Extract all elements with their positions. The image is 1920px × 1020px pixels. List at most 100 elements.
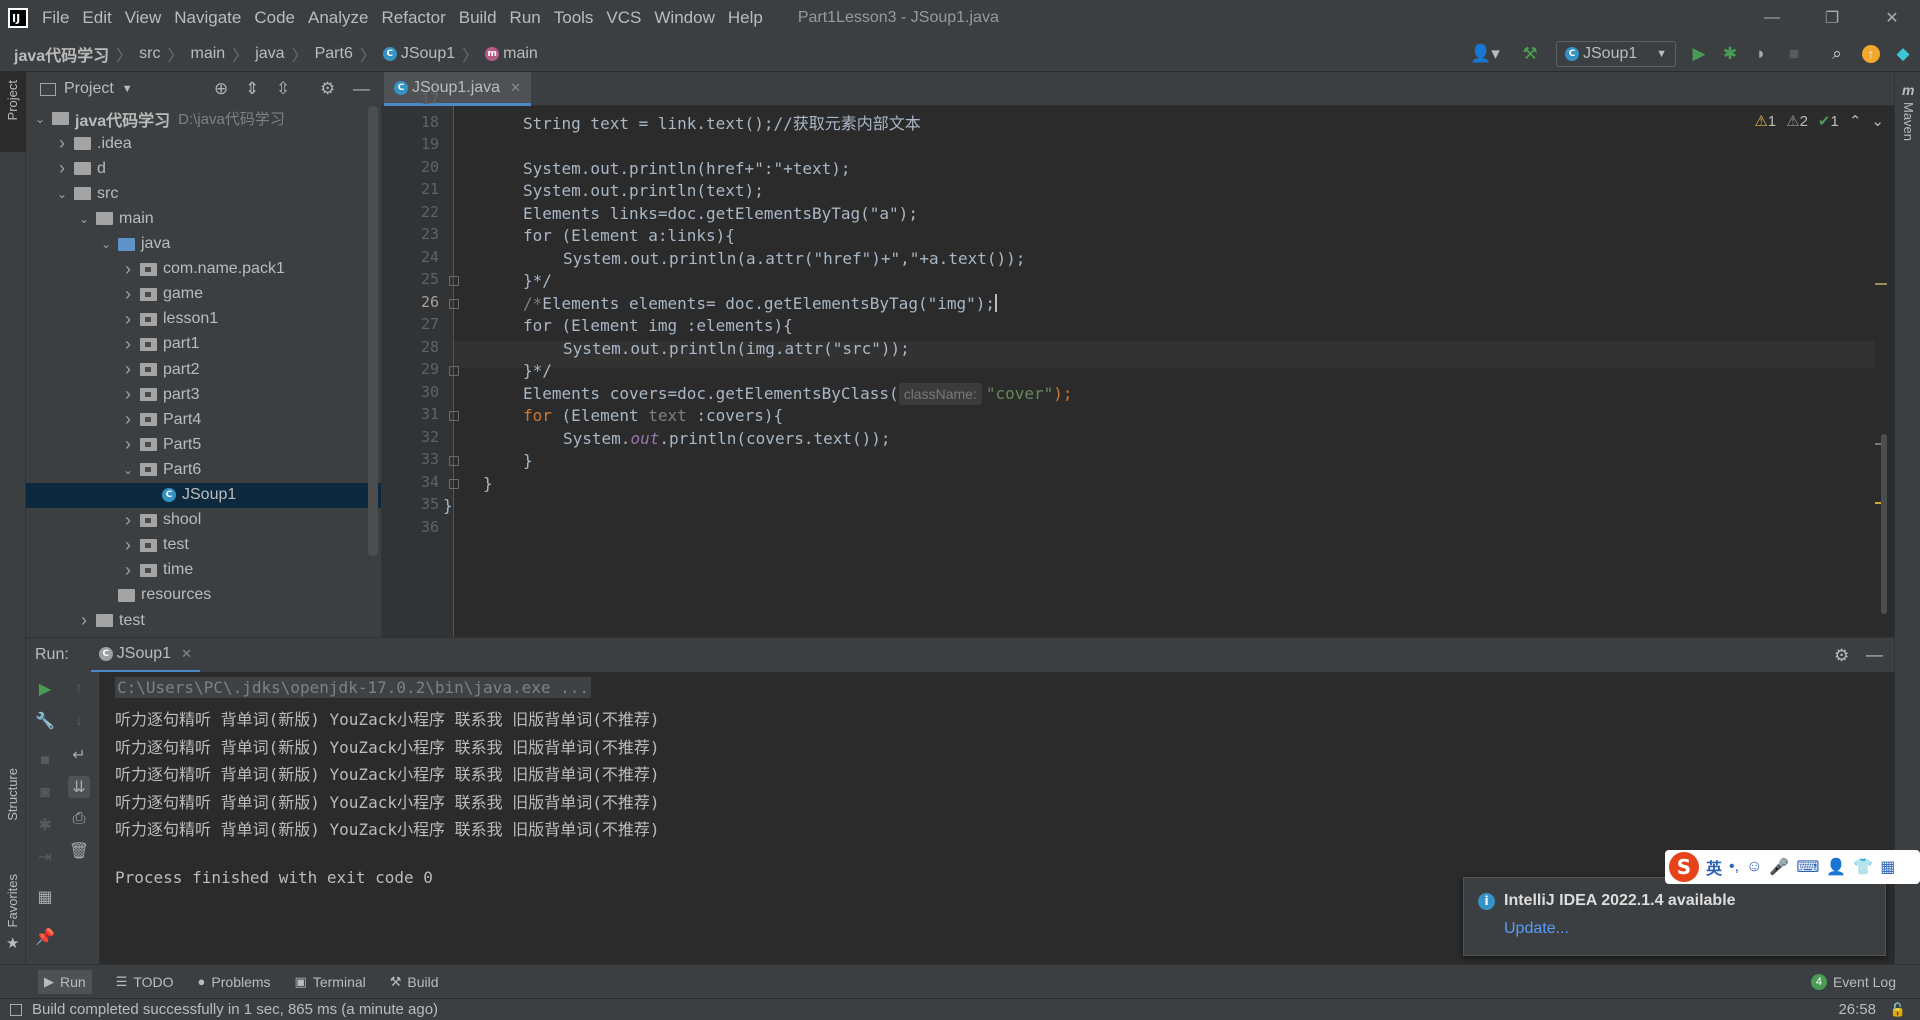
terminal-tool-button[interactable]: ▣ Terminal xyxy=(295,974,366,990)
chevron-right-icon[interactable]: › xyxy=(120,309,136,330)
tree-item[interactable]: › com.name.pack1 xyxy=(26,257,381,282)
structure-tool-tab[interactable]: Structure xyxy=(5,768,20,821)
menu-run[interactable]: Run xyxy=(510,8,541,28)
tree-item[interactable]: › test xyxy=(26,608,381,633)
tree-item[interactable]: › time xyxy=(26,558,381,583)
code-line[interactable]: }*/ xyxy=(523,360,552,382)
problems-tool-button[interactable]: ● Problems xyxy=(198,974,271,990)
emoji-icon[interactable]: ☺ xyxy=(1746,858,1762,876)
chevron-right-icon[interactable]: › xyxy=(120,535,136,556)
event-log-button[interactable]: 4 Event Log xyxy=(1810,973,1896,990)
chevron-down-icon[interactable]: ⌄ xyxy=(1871,112,1884,130)
breadcrumb-main[interactable]: main xyxy=(191,45,226,63)
breadcrumb-java[interactable]: java xyxy=(255,45,284,63)
chevron-right-icon[interactable]: › xyxy=(120,434,136,455)
code-line[interactable]: Elements links=doc.getElementsByTag("a")… xyxy=(523,203,918,225)
tree-item[interactable]: › shool xyxy=(26,508,381,533)
chevron-right-icon[interactable]: › xyxy=(76,610,92,631)
restore-button[interactable]: ❐ xyxy=(1804,0,1860,36)
code-line[interactable]: } xyxy=(443,495,453,517)
breadcrumb-project[interactable]: java代码学习 xyxy=(14,42,109,66)
arrow-up-icon[interactable]: ↑ xyxy=(68,678,90,700)
tree-item[interactable]: ⌄ java代码学习 D:\java代码学习 xyxy=(26,106,381,131)
maven-tool-tab[interactable]: Maven xyxy=(1901,102,1916,141)
close-tab-icon[interactable]: ✕ xyxy=(510,80,521,96)
tree-scrollbar[interactable] xyxy=(368,106,378,556)
run-icon[interactable]: ▶ xyxy=(1686,36,1712,72)
tree-item[interactable]: ⌄ Part6 xyxy=(26,457,381,482)
tree-item[interactable]: resources xyxy=(26,583,381,608)
caret-position[interactable]: 26:58 xyxy=(1838,1001,1876,1018)
chevron-right-icon[interactable]: › xyxy=(120,284,136,305)
tree-item[interactable]: › part3 xyxy=(26,382,381,407)
update-notification[interactable]: i IntelliJ IDEA 2022.1.4 available Updat… xyxy=(1463,877,1886,956)
wrench-icon[interactable]: 🔧 xyxy=(34,710,56,732)
editor-scrollbar[interactable] xyxy=(1881,434,1887,614)
pin-icon[interactable]: 📌 xyxy=(34,926,56,948)
chevron-right-icon[interactable]: › xyxy=(120,510,136,531)
rerun-icon[interactable]: ▶ xyxy=(34,678,56,700)
toggle-tool-windows-icon[interactable] xyxy=(10,1003,22,1016)
menu-code[interactable]: Code xyxy=(254,8,295,28)
debug-icon[interactable]: ✱ xyxy=(1717,36,1743,72)
vcs-user-icon[interactable]: 👤▾ xyxy=(1468,36,1502,72)
breadcrumb-method[interactable]: main xyxy=(503,45,538,63)
chevron-right-icon[interactable]: › xyxy=(120,259,136,280)
lock-icon[interactable]: 🔓 xyxy=(1890,1002,1906,1018)
soft-wrap-icon[interactable]: ↵ xyxy=(68,744,90,766)
menu-tools[interactable]: Tools xyxy=(554,8,594,28)
chevron-right-icon[interactable]: › xyxy=(120,560,136,581)
console-command[interactable]: C:\Users\PC\.jdks\openjdk-17.0.2\bin\jav… xyxy=(115,677,592,698)
run-tool-button[interactable]: ▶ Run xyxy=(38,969,92,994)
user-icon[interactable]: 👤 xyxy=(1826,857,1846,877)
menu-navigate[interactable]: Navigate xyxy=(174,8,241,28)
code-line[interactable]: System.out.println(covers.text()); xyxy=(563,428,891,450)
tree-item[interactable]: › .idea xyxy=(26,131,381,156)
code-line[interactable]: String text = link.text();//获取元素内部文本 xyxy=(523,113,921,135)
stop-icon[interactable]: ■ xyxy=(34,750,56,772)
chevron-right-icon[interactable]: › xyxy=(120,409,136,430)
skin-icon[interactable]: 👕 xyxy=(1853,857,1873,877)
chevron-down-icon[interactable]: ▼ xyxy=(122,83,133,95)
layout-icon[interactable]: ▦ xyxy=(34,886,56,908)
code-line[interactable]: for (Element text :covers){ xyxy=(523,405,783,427)
menu-edit[interactable]: Edit xyxy=(82,8,111,28)
bug-icon[interactable]: ✱ xyxy=(34,814,56,836)
stop-icon[interactable]: ■ xyxy=(1782,36,1806,72)
code-line[interactable]: /*Elements elements= doc.getElementsByTa… xyxy=(523,293,998,315)
menu-window[interactable]: Window xyxy=(654,8,714,28)
tree-item[interactable]: C JSoup1 xyxy=(26,482,381,508)
menu-view[interactable]: View xyxy=(125,8,162,28)
code-line[interactable]: }*/ xyxy=(523,270,552,292)
breadcrumb-class[interactable]: JSoup1 xyxy=(401,45,455,63)
chevron-right-icon[interactable]: › xyxy=(54,158,70,179)
menu-refactor[interactable]: Refactor xyxy=(381,8,445,28)
tree-item[interactable]: › d xyxy=(26,156,381,181)
build-tool-button[interactable]: ⚒ Build xyxy=(390,974,439,990)
menu-build[interactable]: Build xyxy=(459,8,497,28)
exit-icon[interactable]: ⇥ xyxy=(34,846,56,868)
gear-icon[interactable]: ⚙ xyxy=(320,72,335,106)
code-line[interactable]: Elements covers=doc.getElementsByClass(c… xyxy=(523,382,1073,405)
close-window-button[interactable]: ✕ xyxy=(1864,0,1920,36)
menu-file[interactable]: File xyxy=(42,8,69,28)
close-tab-icon[interactable]: ✕ xyxy=(181,646,192,662)
tree-item[interactable]: ⌄ java xyxy=(26,232,381,257)
print-icon[interactable]: ⎙ xyxy=(68,808,90,830)
code-line[interactable]: System.out.println(a.attr("href")+","+a.… xyxy=(563,248,1025,270)
expand-all-icon[interactable]: ⇕ xyxy=(245,72,259,106)
tree-item[interactable]: › Part4 xyxy=(26,407,381,432)
locate-icon[interactable]: ⊕ xyxy=(214,72,228,106)
microphone-icon[interactable]: 🎤 xyxy=(1769,857,1789,877)
coverage-icon[interactable]: ◗ xyxy=(1748,36,1774,72)
grid-menu-icon[interactable]: ▦ xyxy=(1880,857,1895,877)
hide-panel-icon[interactable]: — xyxy=(353,72,370,106)
punctuation-icon[interactable]: •, xyxy=(1729,858,1739,876)
code-line[interactable]: for (Element a:links){ xyxy=(523,225,735,247)
chevron-right-icon[interactable]: › xyxy=(120,384,136,405)
breadcrumb-src[interactable]: src xyxy=(139,45,160,63)
breadcrumb-part6[interactable]: Part6 xyxy=(315,45,353,63)
tree-item[interactable]: › part2 xyxy=(26,357,381,382)
tree-item[interactable]: › game xyxy=(26,282,381,307)
jetbrains-toolbox-icon[interactable]: ◆ xyxy=(1890,36,1916,72)
